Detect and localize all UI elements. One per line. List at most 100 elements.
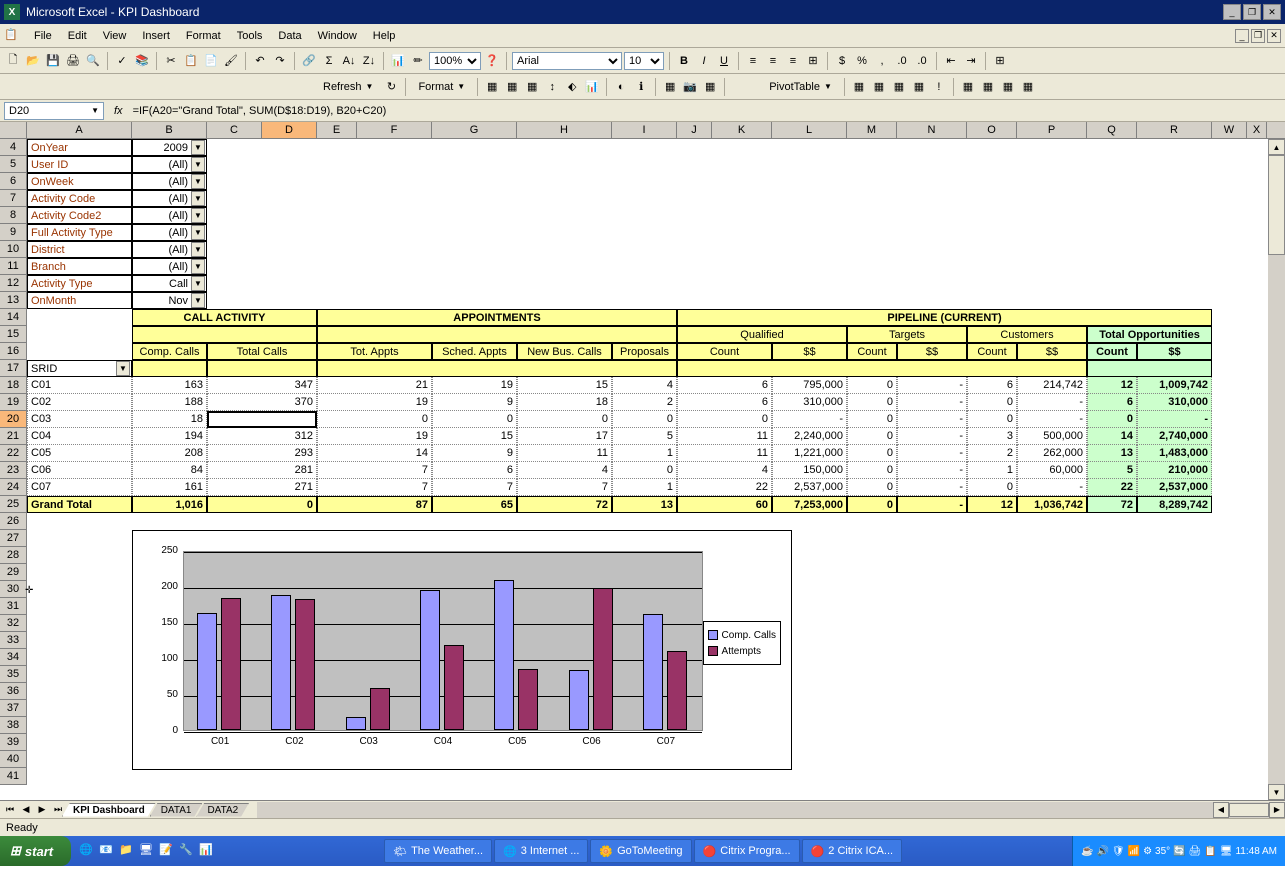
qc-C04[interactable]: 11 <box>677 428 772 445</box>
pt-icon-10[interactable]: 📷 <box>681 78 699 96</box>
comp-C02[interactable]: 188 <box>132 394 207 411</box>
oc-C03[interactable]: 0 <box>1087 411 1137 428</box>
pt-icon-8[interactable]: ℹ <box>632 78 650 96</box>
comp-C01[interactable]: 163 <box>132 377 207 394</box>
bar-C02-0[interactable] <box>271 595 291 730</box>
pv-icon-6[interactable]: ▦ <box>959 78 977 96</box>
row-header-23[interactable]: 23 <box>0 462 27 479</box>
pv-icon-4[interactable]: ▦ <box>910 78 928 96</box>
align-right-icon[interactable]: ≡ <box>784 52 802 70</box>
oc-C06[interactable]: 5 <box>1087 462 1137 479</box>
qc-C02[interactable]: 6 <box>677 394 772 411</box>
qd-C06[interactable]: 150,000 <box>772 462 847 479</box>
ta-C04[interactable]: 19 <box>317 428 432 445</box>
pv-icon-2[interactable]: ▦ <box>870 78 888 96</box>
od-C07[interactable]: 2,537,000 <box>1137 479 1212 496</box>
filter-dropdown-7[interactable]: ▼ <box>191 259 205 274</box>
row-header-21[interactable]: 21 <box>0 428 27 445</box>
row-header-41[interactable]: 41 <box>0 768 27 785</box>
bar-C03-1[interactable] <box>370 688 390 730</box>
row-header-28[interactable]: 28 <box>0 547 27 564</box>
row-header-8[interactable]: 8 <box>0 207 27 224</box>
pr-C03[interactable]: 0 <box>612 411 677 428</box>
name-box[interactable]: D20 ▼ <box>4 102 104 120</box>
tab-data1[interactable]: DATA1 <box>150 803 203 817</box>
nb-C06[interactable]: 4 <box>517 462 612 479</box>
tc-C04[interactable]: 0 <box>847 428 897 445</box>
qc-C06[interactable]: 4 <box>677 462 772 479</box>
scroll-down-icon[interactable]: ▼ <box>1268 784 1285 800</box>
open-icon[interactable]: 📂 <box>24 52 42 70</box>
pr-C01[interactable]: 4 <box>612 377 677 394</box>
ta-C05[interactable]: 14 <box>317 445 432 462</box>
oc-C05[interactable]: 13 <box>1087 445 1137 462</box>
sa-C01[interactable]: 19 <box>432 377 517 394</box>
bar-C06-0[interactable] <box>569 670 589 730</box>
spelling-icon[interactable]: ✓ <box>113 52 131 70</box>
col-header-X[interactable]: X <box>1247 122 1267 138</box>
row-header-32[interactable]: 32 <box>0 615 27 632</box>
sort-desc-icon[interactable]: Z↓ <box>360 52 378 70</box>
bar-C07-0[interactable] <box>643 614 663 730</box>
row-header-10[interactable]: 10 <box>0 241 27 258</box>
nb-C05[interactable]: 11 <box>517 445 612 462</box>
tray-icon-6[interactable]: 🔄 <box>1173 846 1185 857</box>
align-center-icon[interactable]: ≡ <box>764 52 782 70</box>
tot-C07[interactable]: 271 <box>207 479 317 496</box>
row-header-26[interactable]: 26 <box>0 513 27 530</box>
od-C05[interactable]: 1,483,000 <box>1137 445 1212 462</box>
filter-dropdown-9[interactable]: ▼ <box>191 293 205 308</box>
nb-C07[interactable]: 7 <box>517 479 612 496</box>
ql-icon-3[interactable]: 📁 <box>119 843 135 859</box>
comp-C07[interactable]: 161 <box>132 479 207 496</box>
row-header-30[interactable]: 30 <box>0 581 27 598</box>
pr-C04[interactable]: 5 <box>612 428 677 445</box>
menu-edit[interactable]: Edit <box>60 27 95 45</box>
bar-C02-1[interactable] <box>295 599 315 730</box>
cd-C05[interactable]: 262,000 <box>1017 445 1087 462</box>
tot-C05[interactable]: 293 <box>207 445 317 462</box>
pv-icon-8[interactable]: ▦ <box>999 78 1017 96</box>
chart-wizard-icon[interactable]: 📊 <box>389 52 407 70</box>
nb-C01[interactable]: 15 <box>517 377 612 394</box>
col-header-J[interactable]: J <box>677 122 712 138</box>
decrease-indent-icon[interactable]: ⇤ <box>942 52 960 70</box>
bar-C04-0[interactable] <box>420 590 440 730</box>
menu-format[interactable]: Format <box>178 27 229 45</box>
tab-data2[interactable]: DATA2 <box>196 803 249 817</box>
tab-next-icon[interactable]: ▶ <box>34 802 50 818</box>
ql-icon-7[interactable]: 📊 <box>199 843 215 859</box>
row-header-15[interactable]: 15 <box>0 326 27 343</box>
bar-C01-1[interactable] <box>221 598 241 730</box>
task-citrix2[interactable]: 🔴 2 Citrix ICA... <box>802 839 903 863</box>
sa-C05[interactable]: 9 <box>432 445 517 462</box>
name-box-dropdown-icon[interactable]: ▼ <box>91 106 99 115</box>
nb-C04[interactable]: 17 <box>517 428 612 445</box>
td-C01[interactable]: - <box>897 377 967 394</box>
row-header-13[interactable]: 13 <box>0 292 27 309</box>
bar-C07-1[interactable] <box>667 651 687 730</box>
row-id-C06[interactable]: C06 <box>27 462 132 479</box>
doc-minimize-button[interactable]: _ <box>1235 29 1249 43</box>
decrease-decimal-icon[interactable]: .0 <box>913 52 931 70</box>
nb-C03[interactable]: 0 <box>517 411 612 428</box>
col-header-C[interactable]: C <box>207 122 262 138</box>
od-C04[interactable]: 2,740,000 <box>1137 428 1212 445</box>
task-ie[interactable]: 🌐 3 Internet ... <box>494 839 588 863</box>
oc-C04[interactable]: 14 <box>1087 428 1137 445</box>
col-header-R[interactable]: R <box>1137 122 1212 138</box>
row-id-C03[interactable]: C03 <box>27 411 132 428</box>
col-header-E[interactable]: E <box>317 122 357 138</box>
col-header-M[interactable]: M <box>847 122 897 138</box>
row-header-37[interactable]: 37 <box>0 700 27 717</box>
cd-C02[interactable]: - <box>1017 394 1087 411</box>
col-header-A[interactable]: A <box>27 122 132 138</box>
col-header-D[interactable]: D <box>262 122 317 138</box>
ta-C07[interactable]: 7 <box>317 479 432 496</box>
print-icon[interactable]: 🖨 <box>64 52 82 70</box>
filter-dropdown-6[interactable]: ▼ <box>191 242 205 257</box>
pt-icon-3[interactable]: ▦ <box>523 78 541 96</box>
filter-dropdown-3[interactable]: ▼ <box>191 191 205 206</box>
col-header-K[interactable]: K <box>712 122 772 138</box>
pivottable-button[interactable]: PivotTable▼ <box>762 78 839 96</box>
